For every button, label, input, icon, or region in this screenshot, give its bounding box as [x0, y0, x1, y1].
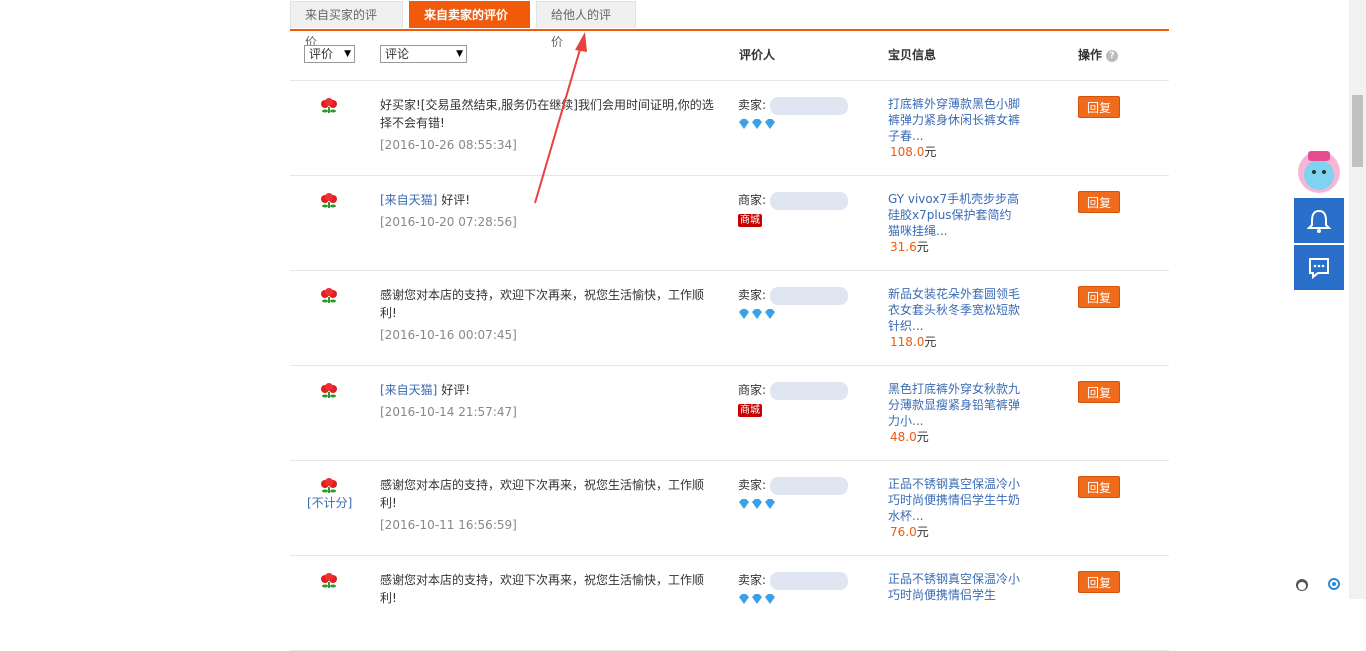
chat-icon	[1309, 258, 1329, 280]
notification-button[interactable]	[1294, 198, 1344, 243]
mascot-icon[interactable]	[1296, 145, 1342, 195]
penguin-icon[interactable]	[1294, 576, 1310, 592]
settings-icon[interactable]	[1326, 576, 1342, 592]
bell-icon	[1306, 209, 1332, 233]
annotation-arrow	[534, 32, 587, 204]
chat-button[interactable]	[1294, 245, 1344, 290]
scrollbar-thumb[interactable]	[1352, 95, 1363, 167]
vertical-scrollbar[interactable]	[1349, 0, 1366, 599]
